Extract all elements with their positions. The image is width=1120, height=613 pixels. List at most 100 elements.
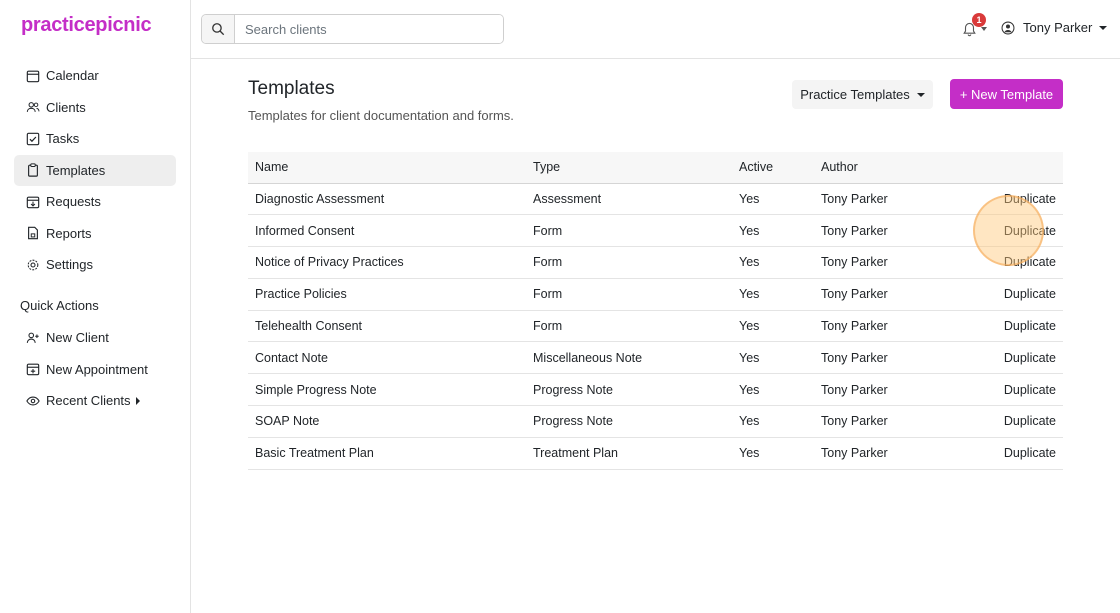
logo[interactable]: practicepicnic — [21, 14, 152, 37]
search-icon[interactable] — [202, 15, 235, 43]
template-type: Form — [526, 214, 732, 248]
duplicate-button[interactable]: Duplicate — [994, 278, 1063, 311]
clipboard-icon — [28, 163, 38, 177]
template-type: Progress Note — [526, 373, 732, 407]
user-menu[interactable]: Tony Parker — [1001, 20, 1108, 35]
quick-action-label: Recent Clients — [46, 393, 131, 408]
calendar-plus-icon — [26, 363, 40, 376]
duplicate-button[interactable]: Duplicate — [994, 437, 1063, 470]
quick-action-recent-clients[interactable]: Recent Clients — [14, 385, 176, 416]
quick-action-label: New Client — [46, 330, 109, 345]
quick-action-new-appointment[interactable]: New Appointment — [14, 354, 176, 385]
sidebar-item-label: Templates — [46, 162, 106, 178]
sidebar-nav: Calendar Clients Tasks Templates Request… — [14, 60, 176, 281]
template-active: Yes — [732, 341, 814, 375]
gear-icon — [27, 259, 39, 270]
duplicate-button[interactable]: Duplicate — [994, 246, 1063, 279]
sidebar-item-calendar[interactable]: Calendar — [14, 60, 176, 91]
template-type: Form — [526, 310, 732, 343]
duplicate-button[interactable]: Duplicate — [994, 183, 1063, 216]
sidebar-item-label: Tasks — [46, 131, 80, 146]
quick-action-label: New Appointment — [46, 361, 148, 377]
template-active: Yes — [732, 373, 814, 407]
table-row: Contact Note Miscellaneous Note Yes Tony… — [248, 341, 1063, 375]
sidebar-item-requests[interactable]: Requests — [14, 186, 176, 217]
practice-templates-dropdown[interactable]: Practice Templates — [792, 80, 933, 109]
column-header-type: Type — [526, 152, 732, 184]
template-author: Tony Parker — [814, 183, 994, 216]
template-active: Yes — [732, 214, 814, 248]
sidebar-item-settings[interactable]: Settings — [14, 249, 176, 280]
eye-icon — [26, 396, 40, 405]
sidebar-item-label: Requests — [46, 194, 101, 209]
table-header-row: Name Type Active Author — [248, 152, 1063, 184]
template-type: Miscellaneous Note — [526, 341, 732, 375]
template-name-link[interactable]: Informed Consent — [248, 214, 526, 248]
sidebar-item-reports[interactable]: Reports — [14, 218, 176, 249]
template-active: Yes — [732, 437, 814, 470]
template-name-link[interactable]: Basic Treatment Plan — [248, 437, 526, 470]
inbox-icon — [26, 196, 40, 208]
template-active: Yes — [732, 183, 814, 216]
template-name-link[interactable]: Simple Progress Note — [248, 373, 526, 407]
caret-down-icon — [916, 92, 925, 97]
page-title: Templates — [248, 78, 335, 99]
template-name-link[interactable]: Telehealth Consent — [248, 310, 526, 343]
column-header-name: Name — [248, 152, 526, 184]
chevron-down-icon[interactable] — [981, 27, 987, 31]
quick-actions-title: Quick Actions — [20, 298, 99, 313]
template-author: Tony Parker — [814, 310, 994, 343]
checkbox-icon — [26, 132, 40, 145]
column-header-author: Author — [814, 152, 994, 184]
sidebar-item-clients[interactable]: Clients — [14, 92, 176, 123]
quick-action-new-client[interactable]: New Client — [14, 322, 176, 353]
column-header-actions — [994, 152, 1063, 184]
template-author: Tony Parker — [814, 246, 994, 279]
duplicate-button[interactable]: Duplicate — [994, 310, 1063, 343]
template-type: Progress Note — [526, 405, 732, 438]
template-author: Tony Parker — [814, 373, 994, 407]
template-author: Tony Parker — [814, 437, 994, 470]
table-row: Informed Consent Form Yes Tony Parker Du… — [248, 214, 1063, 248]
table-row: Practice Policies Form Yes Tony Parker D… — [248, 278, 1063, 311]
templates-table: Name Type Active Author Diagnostic Asses… — [248, 152, 1063, 470]
caret-down-icon — [1099, 25, 1108, 30]
user-plus-icon — [26, 332, 39, 343]
sidebar-item-label: Reports — [46, 225, 92, 241]
duplicate-button[interactable]: Duplicate — [994, 373, 1063, 407]
sidebar-item-templates[interactable]: Templates — [14, 154, 176, 186]
template-name-link[interactable]: Practice Policies — [248, 278, 526, 311]
template-name-link[interactable]: SOAP Note — [248, 405, 526, 438]
duplicate-button[interactable]: Duplicate — [994, 214, 1063, 248]
template-author: Tony Parker — [814, 405, 994, 438]
sidebar-item-label: Calendar — [46, 68, 99, 83]
template-active: Yes — [732, 278, 814, 311]
topbar: 1 Tony Parker — [191, 0, 1120, 59]
caret-right-icon — [135, 396, 140, 405]
table-row: Telehealth Consent Form Yes Tony Parker … — [248, 310, 1063, 343]
calendar-icon — [26, 70, 40, 82]
sidebar-item-label: Clients — [46, 99, 86, 115]
quick-actions: New Client New Appointment Recent Client… — [14, 322, 176, 417]
template-name-link[interactable]: Notice of Privacy Practices — [248, 246, 526, 279]
template-name-link[interactable]: Diagnostic Assessment — [248, 183, 526, 216]
table-row: Simple Progress Note Progress Note Yes T… — [248, 373, 1063, 407]
duplicate-button[interactable]: Duplicate — [994, 341, 1063, 375]
template-type: Form — [526, 278, 732, 311]
users-icon — [26, 102, 40, 112]
document-icon — [28, 226, 38, 240]
sidebar: practicepicnic Calendar Clients Tasks Te… — [0, 0, 191, 613]
template-active: Yes — [732, 246, 814, 279]
duplicate-button[interactable]: Duplicate — [994, 405, 1063, 438]
user-circle-icon — [1001, 21, 1015, 34]
user-name: Tony Parker — [1023, 20, 1093, 35]
new-template-button[interactable]: + New Template — [950, 79, 1063, 109]
template-type: Form — [526, 246, 732, 279]
template-type: Treatment Plan — [526, 437, 732, 470]
table-row: Notice of Privacy Practices Form Yes Ton… — [248, 246, 1063, 279]
page-subtitle: Templates for client documentation and f… — [248, 108, 514, 123]
sidebar-item-tasks[interactable]: Tasks — [14, 123, 176, 154]
column-header-active: Active — [732, 152, 814, 184]
search-input[interactable] — [235, 15, 503, 43]
template-name-link[interactable]: Contact Note — [248, 341, 526, 375]
